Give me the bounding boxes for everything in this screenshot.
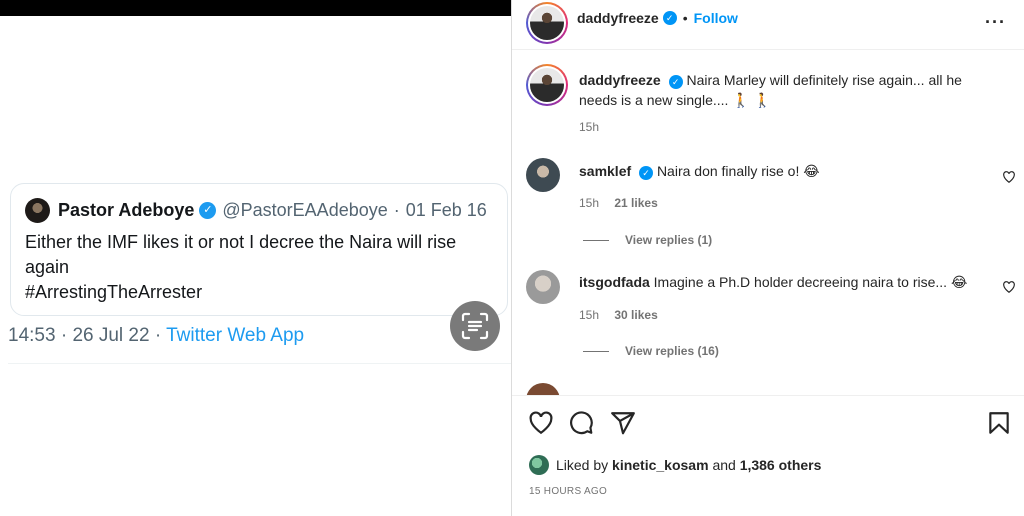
header-dot: • [682,10,688,26]
tweet-separator: · [393,200,400,220]
post-username[interactable]: daddyfreeze [577,10,659,26]
bookmark-icon[interactable] [986,410,1012,436]
view-replies-label: View replies (1) [625,233,713,247]
like-heart-icon[interactable] [528,410,554,436]
avatar[interactable] [526,158,560,192]
tweet-author-avatar [25,198,50,223]
post-header: daddyfreeze ✓ • Follow ··· [512,0,1024,50]
liked-by-and: and [712,457,736,473]
comment-icon[interactable] [568,410,594,436]
comment-likes[interactable]: 30 likes [614,308,657,322]
comment-meta: 15h 30 likes [579,308,658,322]
post-panel: daddyfreeze ✓ • Follow ··· daddyfreeze ✓… [512,0,1024,516]
divider [8,363,511,364]
caption-avatar[interactable] [526,64,568,106]
tweet-meta-separator: · [154,325,162,346]
avatar[interactable] [529,455,549,475]
follow-button[interactable]: Follow [694,10,738,26]
tweet-date: 01 Feb 16 [405,200,487,220]
liked-by-prefix: Liked by [556,457,609,473]
tweet-header: Pastor Adeboye ✓ @PastorEAAdeboye · 01 F… [58,198,487,223]
view-replies-button[interactable]: View replies (1) [583,233,712,247]
post-author: daddyfreeze ✓ • Follow [577,10,738,26]
avatar [530,6,564,40]
replies-line [583,350,609,352]
comment-username[interactable]: itsgodfada [579,274,650,290]
post-actions: Liked by kinetic_kosam and 1,386 others … [512,395,1024,516]
like-comment-heart-icon[interactable] [1002,170,1016,184]
caption-time: 15h [579,120,600,134]
avatar[interactable] [526,270,560,304]
comment-time: 15h [579,196,600,210]
tweet-app: Twitter Web App [166,325,305,346]
tweet-hashtag: #ArrestingTheArrester [25,282,203,302]
comment-text-block: itsgodfada Imagine a Ph.D holder decreei… [579,272,969,292]
story-ring[interactable] [526,2,568,44]
liked-by-user[interactable]: kinetic_kosam [612,457,709,473]
comment-username[interactable]: samklef [579,163,631,179]
share-icon[interactable] [610,410,636,436]
comment-meta: 15h 21 likes [579,196,658,210]
visual-search-button[interactable] [450,301,500,351]
tweet-text: Either the IMF likes it or not I decree … [25,230,495,305]
verified-icon: ✓ [662,11,677,25]
comment-text: Naira don finally rise o! 😂 [656,163,820,179]
tweet-text-line: Either the IMF likes it or not I decree … [25,232,457,252]
verified-icon: ✓ [639,166,654,180]
view-replies-label: View replies (16) [625,344,719,358]
tweet-author-name: Pastor Adeboye [58,200,195,220]
comment-text: Imagine a Ph.D holder decreeing naira to… [653,274,968,290]
media-top-bar [0,0,511,16]
tweet-text-line: again [25,257,70,277]
scan-text-icon [461,312,489,340]
likes-count[interactable]: 1,386 others [740,457,822,473]
verified-icon: ✓ [199,202,217,219]
liked-by: Liked by kinetic_kosam and 1,386 others [529,455,821,475]
tweet-card: Pastor Adeboye ✓ @PastorEAAdeboye · 01 F… [10,183,508,316]
like-comment-heart-icon[interactable] [1002,280,1016,294]
tweet-full-date: 26 Jul 22 [72,325,150,346]
tweet-time: 14:53 [8,325,56,346]
tweet-handle: @PastorEAAdeboye [222,200,388,220]
caption-text-block: daddyfreeze ✓ Naira Marley will definite… [579,70,979,110]
tweet-meta: 14:53 · 26 Jul 22 · Twitter Web App [8,325,304,347]
verified-icon: ✓ [668,75,683,89]
comment-text-block: samklef ✓ Naira don finally rise o! 😂 [579,161,969,181]
post-media: Pastor Adeboye ✓ @PastorEAAdeboye · 01 F… [0,0,511,516]
caption-username[interactable]: daddyfreeze [579,72,661,88]
comment-likes[interactable]: 21 likes [614,196,657,210]
tweet-meta-separator: · [60,325,68,346]
view-replies-button[interactable]: View replies (16) [583,344,719,358]
avatar [530,68,564,102]
more-options-icon[interactable]: ··· [985,12,1006,33]
comment-time: 15h [579,308,600,322]
post-timestamp: 15 HOURS AGO [529,486,608,497]
replies-line [583,239,609,241]
